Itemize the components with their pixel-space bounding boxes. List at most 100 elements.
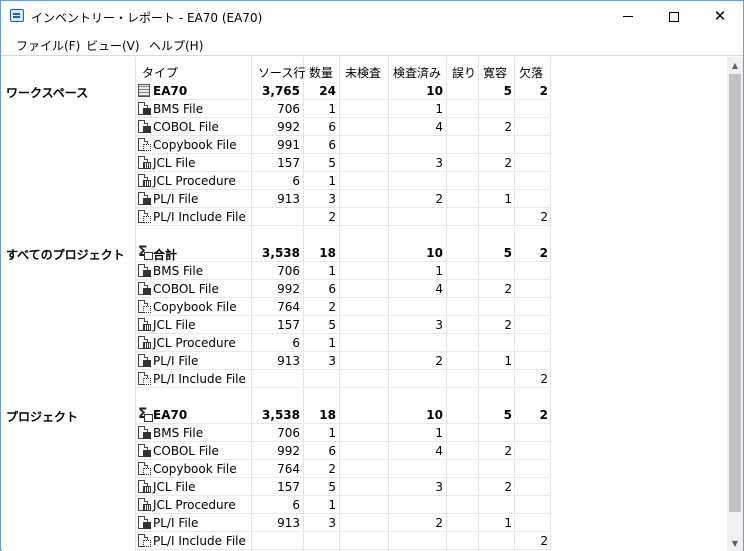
jcl-file-icon [138,480,151,494]
tolerated-cell: 2 [504,444,512,458]
source-lines-cell: 992 [277,444,300,458]
file-badge-shape [143,342,151,349]
maximize-icon [669,11,679,22]
file-badge-shape [143,324,151,331]
checked-cell: 4 [435,444,443,458]
table-row[interactable]: JCL File 157 5 3 2 [2,478,727,496]
checked-cell: 2 [435,354,443,368]
table-row[interactable]: PL/I File 913 3 2 1 [2,514,727,532]
inventory-report-grid[interactable]: タイプ ソース行 数量 未検査 検査済み 誤り 寛容 欠落 ワークスペース EA7… [2,57,727,551]
minimize-icon [623,16,633,17]
row-divider [136,225,550,226]
source-lines-cell: 3,538 [262,246,300,260]
vertical-scrollbar[interactable]: ▲ ▼ [727,57,743,551]
checked-cell: 2 [435,516,443,530]
column-header-tolerated[interactable]: 寛容 [483,64,507,81]
copybook-file-icon [138,300,151,314]
menu-help[interactable]: ヘルプ(H) [149,37,203,54]
missing-cell: 2 [539,246,548,260]
summary-row[interactable]: EA70 3,765 24 10 5 2 [2,82,727,100]
table-row[interactable]: BMS File 706 1 1 [2,100,727,118]
table-row[interactable]: PL/I File 913 3 2 1 [2,352,727,370]
count-cell: 2 [328,210,336,224]
checked-cell: 1 [435,426,443,440]
count-cell: 1 [328,336,336,350]
type-cell: Copybook File [153,300,237,314]
file-badge-shape [143,486,151,493]
column-header-type[interactable]: タイプ [142,64,178,81]
table-row[interactable]: COBOL File 992 6 4 2 [2,118,727,136]
table-row[interactable]: PL/I Include File 2 [2,532,727,550]
source-lines-cell: 764 [277,462,300,476]
checked-cell: 3 [435,156,443,170]
close-button[interactable]: ✕ [697,1,743,32]
type-cell: BMS File [153,264,204,278]
menu-file[interactable]: ファイル(F) [16,37,80,54]
source-lines-cell: 706 [277,264,300,278]
menu-view[interactable]: ビュー(V) [86,37,140,54]
tolerated-cell: 5 [503,246,512,260]
count-cell: 3 [328,354,336,368]
tolerated-cell: 2 [504,282,512,296]
source-lines-cell: 6 [292,336,300,350]
pli-include-file-icon [138,534,151,548]
table-row[interactable]: Copybook File 764 2 [2,298,727,316]
count-cell: 6 [328,120,336,134]
summary-row[interactable]: Σ EA70 3,538 18 10 5 2 [2,406,727,424]
maximize-button[interactable] [651,1,697,32]
file-badge-shape [143,180,151,187]
table-row[interactable]: JCL File 157 5 3 2 [2,154,727,172]
column-header-unchecked[interactable]: 未検査 [345,64,381,81]
title-bar[interactable]: インベントリー・レポート - EA70 (EA70) ✕ [1,1,743,32]
source-lines-cell: 3,765 [262,84,300,98]
source-lines-cell: 992 [277,282,300,296]
table-row[interactable]: COBOL File 992 6 4 2 [2,442,727,460]
file-badge-shape [143,378,151,385]
type-cell: COBOL File [153,120,219,134]
table-row[interactable]: COBOL File 992 6 4 2 [2,280,727,298]
type-cell: JCL File [153,318,196,332]
tolerated-cell: 1 [504,516,512,530]
checked-cell: 2 [435,192,443,206]
table-row[interactable]: BMS File 706 1 1 [2,424,727,442]
table-row[interactable]: Copybook File 991 6 [2,136,727,154]
source-lines-cell: 706 [277,102,300,116]
summary-row[interactable]: Σ 合計 3,538 18 10 5 2 [2,244,727,262]
scroll-down-button[interactable]: ▼ [727,535,743,551]
source-lines-cell: 6 [292,498,300,512]
window-title: インベントリー・レポート - EA70 (EA70) [31,11,263,25]
source-lines-cell: 157 [277,318,300,332]
tolerated-cell: 2 [504,156,512,170]
column-header-source-lines[interactable]: ソース行 [258,64,305,81]
minimize-button[interactable] [605,1,651,32]
scroll-up-button[interactable]: ▲ [727,57,743,73]
table-row[interactable]: JCL File 157 5 3 2 [2,316,727,334]
table-row[interactable]: Copybook File 764 2 [2,460,727,478]
column-header-missing[interactable]: 欠落 [519,64,543,81]
table-row[interactable]: JCL Procedure 6 1 [2,334,727,352]
cobol-file-icon [138,120,151,134]
column-header-count[interactable]: 数量 [309,64,333,81]
copybook-file-icon [138,138,151,152]
column-header-checked[interactable]: 検査済み [393,64,441,81]
table-row[interactable]: PL/I Include File 2 [2,370,727,388]
bms-file-icon [138,264,151,278]
column-header-errors[interactable]: 誤り [452,64,476,81]
table-row[interactable]: JCL Procedure 6 1 [2,172,727,190]
checked-cell: 10 [426,246,443,260]
jcl-file-icon [138,156,151,170]
project-icon: Σ [138,407,154,422]
scroll-thumb[interactable] [729,74,741,512]
table-row[interactable]: JCL Procedure 6 1 [2,496,727,514]
type-cell: JCL Procedure [153,174,236,188]
source-lines-cell: 3,538 [262,408,300,422]
table-row[interactable]: PL/I Include File 2 2 [2,208,727,226]
count-cell: 1 [328,174,336,188]
jcl-file-icon [138,318,151,332]
source-lines-cell: 706 [277,426,300,440]
table-row[interactable]: BMS File 706 1 1 [2,262,727,280]
table-row[interactable]: PL/I File 913 3 2 1 [2,190,727,208]
checked-cell: 10 [426,84,443,98]
source-lines-cell: 157 [277,156,300,170]
pli-file-icon [138,516,151,530]
